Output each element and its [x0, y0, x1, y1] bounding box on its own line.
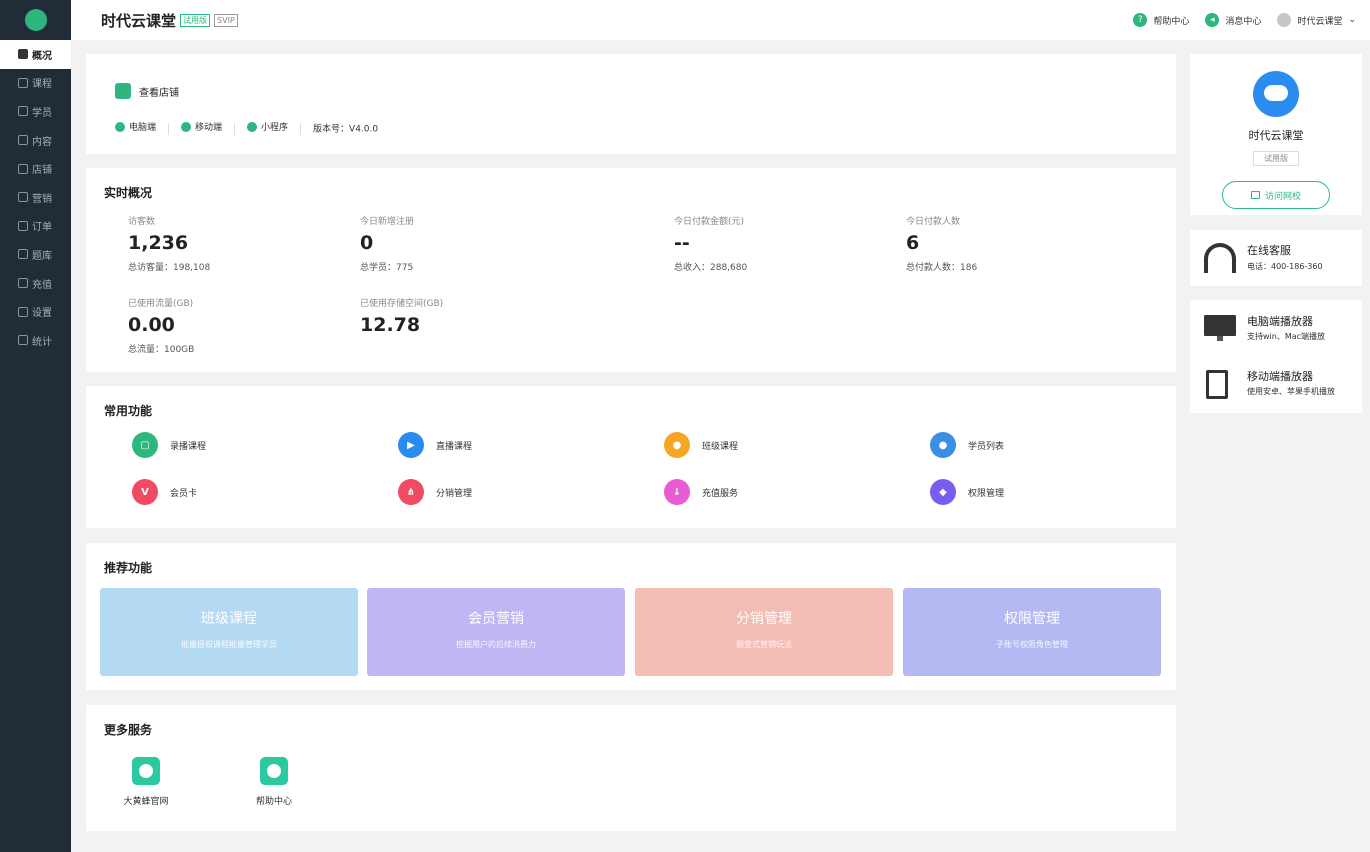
student-icon [18, 106, 28, 117]
sidebar-item-settings[interactable]: 设置 [0, 297, 71, 326]
function-class-course[interactable]: ● 班级课程 [664, 432, 738, 458]
stat-storage: 已使用存储空间(GB) 12.78 [360, 299, 444, 336]
pen-icon [18, 249, 28, 260]
stat-new-registrations: 今日新增注册 0 总学员：775 [360, 217, 415, 273]
yen-icon [18, 278, 28, 289]
sidebar: 概况 课程 学员 内容 店铺 营销 订单 题库 充值 设置 统计 [0, 0, 71, 852]
sidebar-item-overview[interactable]: 概况 [0, 40, 71, 69]
top-bar: 时代云课堂 试用版 SVIP ? 帮助中心 ◂ 消息中心 时代云课堂 ⌄ [71, 0, 1370, 40]
monitor-icon [1204, 315, 1236, 336]
graduation-cap-icon [260, 757, 288, 785]
sidebar-item-recharge[interactable]: 充值 [0, 269, 71, 298]
app-logo[interactable] [0, 0, 71, 40]
network-icon: ⋔ [398, 479, 424, 505]
function-recharge[interactable]: ↓ 充值服务 [664, 479, 738, 505]
mini-program-link[interactable]: 小程序 [247, 120, 288, 133]
vip-icon: V [132, 479, 158, 505]
shield-icon: ◆ [930, 479, 956, 505]
group-icon: ● [664, 432, 690, 458]
sidebar-item-student[interactable]: 学员 [0, 97, 71, 126]
mobile-link[interactable]: 移动端 [181, 120, 222, 133]
pc-player[interactable]: 电脑端播放器 支持win、Mac端播放 [1190, 300, 1362, 355]
mobile-player[interactable]: 移动端播放器 使用安卓、苹果手机播放 [1190, 358, 1362, 413]
store-icon [1250, 191, 1260, 199]
recommend-distribution[interactable]: 分销管理 裂变式营销玩法 [635, 588, 893, 676]
sidebar-item-course[interactable]: 课程 [0, 69, 71, 98]
profile-card: 时代云课堂 试用版 访问网校 [1190, 54, 1362, 215]
players-card: 电脑端播放器 支持win、Mac端播放 移动端播放器 使用安卓、苹果手机播放 [1190, 300, 1362, 413]
service-help-center[interactable]: 帮助中心 [244, 757, 304, 807]
service-title: 在线客服 [1247, 244, 1291, 257]
store-icon [18, 163, 28, 174]
function-permission[interactable]: ◆ 权限管理 [930, 479, 1004, 505]
recommend-class-course[interactable]: 班级课程 批量授权课程批量管理学员 [100, 588, 358, 676]
headset-icon [1204, 243, 1236, 273]
pc-icon [115, 121, 125, 132]
realtime-card: 实时概况 访客数 1,236 总访客量：198,108 今日新增注册 0 总学员… [86, 168, 1176, 372]
stat-payers: 今日付款人数 6 总付款人数：186 [906, 217, 978, 273]
course-icon [18, 77, 28, 88]
function-student-list[interactable]: ● 学员列表 [930, 432, 1004, 458]
more-services-card: 更多服务 大黄蜂官网 帮助中心 [86, 705, 1176, 831]
mobile-icon [181, 121, 192, 132]
help-center-link[interactable]: ? 帮助中心 [1133, 13, 1189, 27]
brand-logo [1253, 71, 1299, 117]
speaker-icon: ◂ [1205, 13, 1220, 27]
video-icon: ▢ [132, 432, 158, 458]
user-icon: ● [930, 432, 956, 458]
gear-icon [18, 306, 28, 317]
help-icon: ? [1133, 13, 1148, 27]
section-title: 推荐功能 [104, 561, 153, 575]
recommend-member-marketing[interactable]: 会员营销 挖掘用户的后续消费力 [367, 588, 625, 676]
stat-payment-amount: 今日付款金额(元) -- 总收入：288,680 [674, 217, 748, 273]
page-title: 时代云课堂 [101, 11, 177, 30]
link-icon [247, 121, 258, 132]
school-name: 时代云课堂 [1248, 129, 1304, 142]
sidebar-item-question-bank[interactable]: 题库 [0, 240, 71, 269]
user-menu[interactable]: 时代云课堂 ⌄ [1277, 13, 1356, 27]
service-phone: 电话：400-186-360 [1247, 262, 1323, 271]
tablet-icon [1206, 370, 1228, 399]
sidebar-item-content[interactable]: 内容 [0, 126, 71, 155]
store-icon [115, 83, 131, 99]
function-recorded-course[interactable]: ▢ 录播课程 [132, 432, 206, 458]
function-distribution[interactable]: ⋔ 分销管理 [398, 479, 472, 505]
view-store-button[interactable]: 查看店铺 [115, 83, 179, 99]
visit-school-button[interactable]: 访问网校 [1222, 181, 1330, 209]
bar-chart-icon [18, 335, 28, 346]
recharge-icon: ↓ [664, 479, 690, 505]
store-card: 查看店铺 电脑端 移动端 小程序 版本号：V4.0.0 [86, 54, 1176, 154]
bee-icon [132, 757, 160, 785]
function-member-card[interactable]: V 会员卡 [132, 479, 197, 505]
stat-traffic: 已使用流量(GB) 0.00 总流量：100GB [128, 299, 195, 355]
svip-badge: SVIP [214, 13, 238, 27]
function-live-course[interactable]: ▶ 直播课程 [398, 432, 472, 458]
tag-icon [18, 192, 28, 203]
customer-service-card[interactable]: 在线客服 电话：400-186-360 [1190, 230, 1362, 286]
camera-icon: ▶ [398, 432, 424, 458]
pc-link[interactable]: 电脑端 [115, 120, 156, 133]
recommended-card: 推荐功能 班级课程 批量授权课程批量管理学员 会员营销 挖掘用户的后续消费力 分销管… [86, 543, 1176, 690]
section-title: 常用功能 [104, 404, 153, 418]
stat-visitors: 访客数 1,236 总访客量：198,108 [128, 217, 211, 273]
sidebar-item-store[interactable]: 店铺 [0, 154, 71, 183]
content-icon [18, 135, 28, 146]
service-official-site[interactable]: 大黄蜂官网 [116, 757, 176, 807]
sidebar-item-marketing[interactable]: 营销 [0, 183, 71, 212]
version-text: 版本号：V4.0.0 [313, 124, 379, 135]
sidebar-item-order[interactable]: 订单 [0, 212, 71, 241]
avatar [1277, 13, 1292, 27]
trial-badge: 试用版 [1253, 151, 1299, 166]
section-title: 更多服务 [104, 723, 153, 737]
overview-icon [18, 49, 28, 60]
section-title: 实时概况 [104, 186, 153, 200]
message-center-link[interactable]: ◂ 消息中心 [1205, 13, 1261, 27]
common-functions-card: 常用功能 ▢ 录播课程 ▶ 直播课程 ● 班级课程 ● 学员列表 V 会员卡 ⋔ 分销管理 … [86, 386, 1176, 528]
trial-badge: 试用版 [180, 13, 211, 27]
recommend-permission[interactable]: 权限管理 子账号权限角色管理 [903, 588, 1161, 676]
sidebar-item-statistics[interactable]: 统计 [0, 326, 71, 355]
order-icon [18, 220, 28, 231]
chevron-down-icon: ⌄ [1348, 15, 1356, 25]
